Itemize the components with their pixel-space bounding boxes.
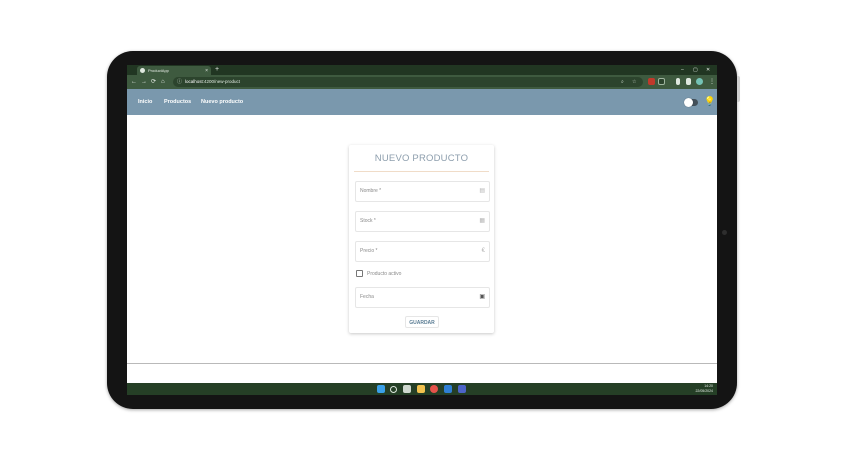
lightbulb-icon[interactable]: 💡 bbox=[704, 96, 715, 106]
extension-n-icon[interactable] bbox=[676, 78, 680, 85]
taskbar: 14:20 22/05/2024 bbox=[127, 383, 717, 395]
active-checkbox-label: Producto activo bbox=[367, 270, 402, 277]
clock-date: 22/05/2024 bbox=[695, 389, 713, 393]
stock-input-label: Stock * bbox=[360, 218, 376, 224]
file-explorer-icon[interactable] bbox=[417, 385, 425, 393]
date-input[interactable]: Fecha ▣ bbox=[355, 287, 490, 308]
app-icon[interactable] bbox=[458, 385, 466, 393]
start-icon[interactable] bbox=[377, 385, 385, 393]
url-host: localhost bbox=[185, 79, 203, 84]
search-icon[interactable] bbox=[390, 386, 397, 393]
active-checkbox[interactable]: Producto activo bbox=[356, 270, 401, 277]
nav-link-productos[interactable]: Productos bbox=[164, 89, 191, 115]
name-input-label: Nombre * bbox=[360, 188, 382, 194]
euro-icon: € bbox=[481, 248, 485, 254]
tablet-side-button bbox=[737, 76, 740, 102]
price-input[interactable]: Precio * € bbox=[355, 241, 490, 262]
browser-toolbar: ← → ⟳ ⌂ ⓘ localhost:4200/new-product ⌕ ☆… bbox=[127, 75, 717, 89]
page-divider bbox=[127, 363, 717, 364]
toggle-knob bbox=[684, 98, 693, 107]
nav-link-inicio[interactable]: Inicio bbox=[138, 89, 152, 115]
site-info-icon[interactable]: ⓘ bbox=[177, 79, 182, 85]
star-icon[interactable]: ☆ bbox=[632, 77, 636, 87]
new-product-card: NUEVO PRODUCTO Nombre * ▤ Stock * ▦ Prec… bbox=[349, 145, 494, 333]
theme-toggle[interactable] bbox=[684, 98, 698, 107]
browser-menu-icon[interactable]: ⋮ bbox=[709, 75, 715, 89]
price-input-label: Precio * bbox=[360, 248, 378, 254]
profile-avatar-icon[interactable] bbox=[696, 78, 703, 85]
new-tab-button[interactable]: + bbox=[215, 65, 219, 75]
address-bar[interactable]: ⓘ localhost:4200/new-product ⌕ ☆ bbox=[173, 77, 643, 87]
system-clock[interactable]: 14:20 22/05/2024 bbox=[695, 384, 713, 394]
url-text: localhost:4200/new-product bbox=[185, 77, 240, 87]
name-input[interactable]: Nombre * ▤ bbox=[355, 181, 490, 202]
angular-favicon-icon bbox=[140, 68, 145, 73]
browser-tab-strip: ProductApp × + – ▢ ✕ bbox=[127, 65, 717, 75]
tab-title: ProductApp bbox=[148, 68, 169, 73]
url-path: :4200/new-product bbox=[202, 79, 241, 84]
maximize-window-button[interactable]: ▢ bbox=[693, 65, 698, 75]
forward-button[interactable]: → bbox=[141, 75, 147, 89]
tablet-camera bbox=[722, 230, 727, 235]
chrome-icon[interactable] bbox=[430, 385, 438, 393]
vscode-icon[interactable] bbox=[444, 385, 452, 393]
tab-close-icon[interactable]: × bbox=[205, 68, 208, 74]
form-title: NUEVO PRODUCTO bbox=[374, 153, 469, 164]
back-button[interactable]: ← bbox=[131, 75, 137, 89]
home-button[interactable]: ⌂ bbox=[161, 75, 165, 89]
stock-input[interactable]: Stock * ▦ bbox=[355, 211, 490, 232]
id-card-icon: ▤ bbox=[479, 188, 485, 194]
reload-button[interactable]: ⟳ bbox=[151, 75, 156, 89]
close-window-button[interactable]: ✕ bbox=[706, 65, 710, 75]
inventory-icon: ▦ bbox=[479, 218, 485, 224]
extension-puzzle-icon[interactable] bbox=[658, 78, 665, 85]
save-button[interactable]: GUARDAR bbox=[405, 316, 439, 328]
sidepanel-icon[interactable] bbox=[686, 78, 691, 85]
calendar-icon[interactable]: ▣ bbox=[479, 288, 485, 307]
title-divider bbox=[354, 171, 489, 172]
app-header: Inicio Productos Nuevo producto 💡 bbox=[127, 89, 717, 115]
nav-link-nuevo-producto[interactable]: Nuevo producto bbox=[201, 89, 243, 115]
minimize-window-button[interactable]: – bbox=[681, 65, 684, 75]
browser-tab[interactable]: ProductApp × bbox=[137, 66, 211, 75]
screen: ProductApp × + – ▢ ✕ ← → ⟳ ⌂ ⓘ localhost… bbox=[127, 65, 717, 395]
extension-red-icon[interactable] bbox=[648, 78, 655, 85]
zoom-icon[interactable]: ⌕ bbox=[621, 77, 624, 87]
checkbox-box[interactable] bbox=[356, 270, 363, 277]
date-input-label: Fecha bbox=[360, 294, 374, 300]
task-view-icon[interactable] bbox=[403, 385, 411, 393]
